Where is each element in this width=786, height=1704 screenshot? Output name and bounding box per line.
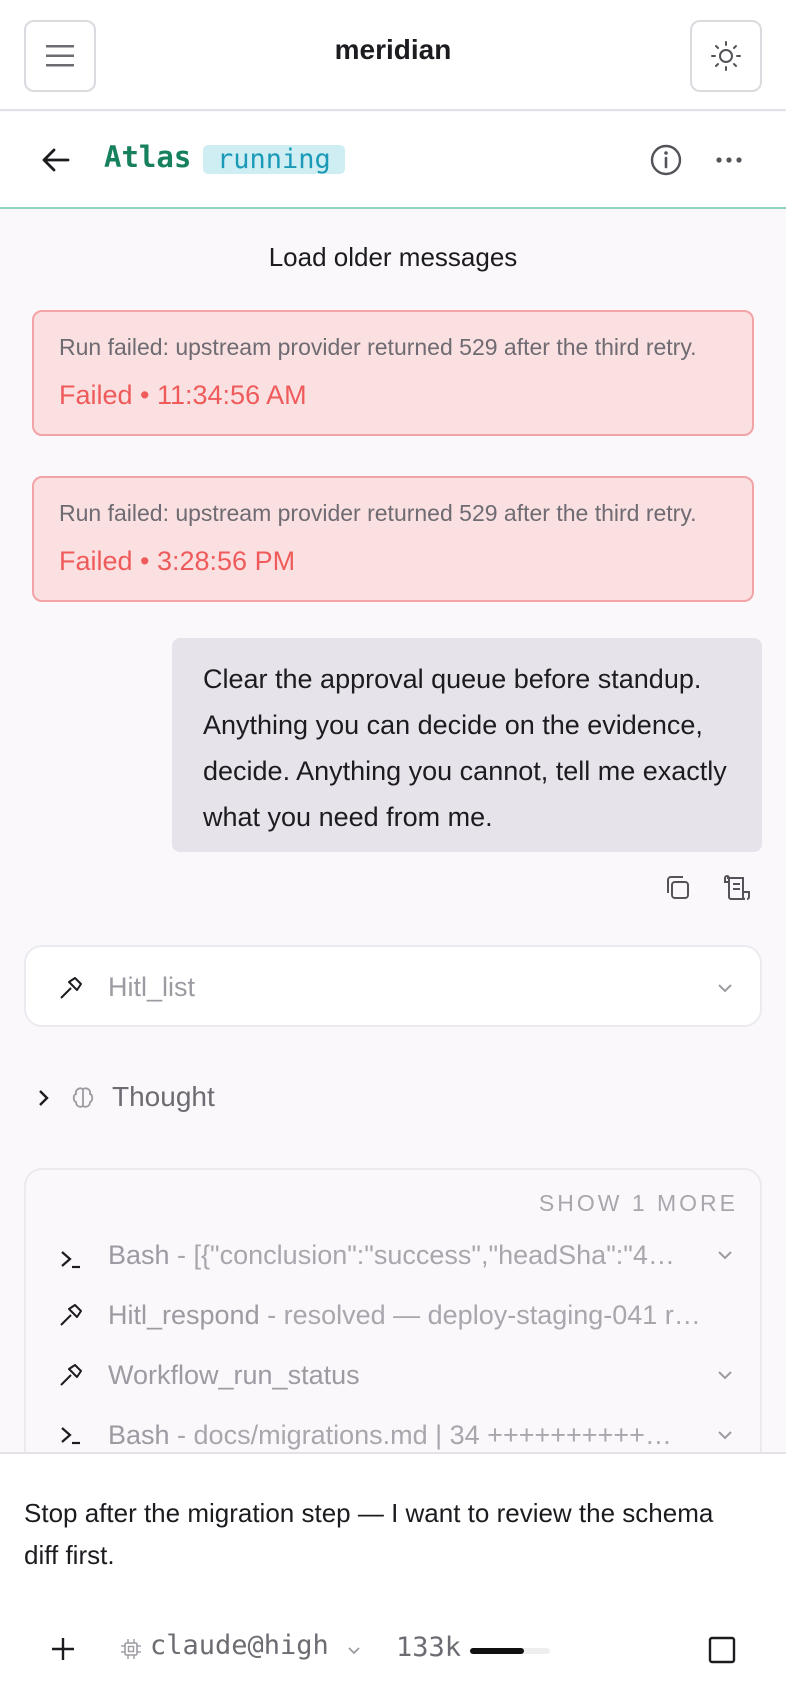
sun-icon (711, 41, 741, 71)
error-message-text: Run failed: upstream provider returned 5… (59, 500, 697, 526)
tool-call-row[interactable]: Hitl_respond - resolved — deploy-staging… (108, 1300, 748, 1331)
error-message-text: Run failed: upstream provider returned 5… (59, 334, 697, 360)
model-selector[interactable]: claude@high (150, 1630, 329, 1661)
tool-call-row[interactable]: Bash - [{"conclusion":"success","headSha… (108, 1240, 708, 1271)
tool-name: Bash (108, 1240, 170, 1270)
copy-icon[interactable] (663, 873, 693, 903)
error-status-time: Failed • 11:34:56 AM (59, 380, 307, 410)
token-count: 133k (396, 1632, 462, 1663)
cpu-chip-icon (121, 1639, 141, 1659)
thought-label: Thought (112, 1081, 215, 1112)
info-icon[interactable] (648, 142, 684, 178)
tool-name: Bash (108, 1420, 170, 1450)
terminal-icon (61, 1427, 80, 1445)
tool-call-card[interactable]: Hitl_list (24, 945, 762, 1027)
stop-icon[interactable] (708, 1636, 736, 1664)
tool-call-row[interactable]: Bash - docs/migrations.md | 34 +++++++++… (108, 1420, 708, 1451)
tool-call-row[interactable]: Workflow_run_status (108, 1360, 708, 1391)
chevron-down-icon[interactable] (716, 1246, 734, 1264)
transcript-icon[interactable] (722, 873, 752, 903)
chevron-right-icon (39, 1090, 49, 1106)
app-bar: meridian (0, 0, 786, 111)
hammer-icon (60, 977, 82, 999)
load-older-messages-button[interactable]: Load older messages (0, 242, 786, 273)
chevron-down-icon[interactable] (716, 1366, 734, 1384)
terminal-icon (61, 1251, 80, 1269)
agent-name: Atlas (104, 140, 192, 174)
brain-icon (72, 1087, 94, 1108)
token-usage-bar (470, 1648, 550, 1654)
show-more-button[interactable]: SHOW 1 MORE (539, 1190, 738, 1217)
theme-toggle-button[interactable] (690, 20, 762, 92)
user-message-bubble: Clear the approval queue before standup.… (172, 638, 762, 852)
hammer-icon (60, 1304, 82, 1326)
hammer-icon (60, 1364, 82, 1386)
composer-toolbar: claude@high 133k (0, 1614, 786, 1684)
tool-detail: - resolved — deploy-staging-041 r… (259, 1300, 701, 1330)
error-message-card: Run failed: upstream provider returned 5… (32, 310, 754, 436)
tool-name: Hitl_respond (108, 1300, 260, 1330)
app-title: meridian (334, 34, 452, 65)
error-status-time: Failed • 3:28:56 PM (59, 546, 296, 576)
back-arrow-icon[interactable] (38, 142, 74, 178)
tool-group-card: SHOW 1 MORE Bash - [{"conclusion":"succe… (24, 1168, 762, 1468)
plus-icon[interactable] (50, 1636, 76, 1662)
thought-toggle[interactable]: Thought (30, 1073, 430, 1123)
tool-name: Workflow_run_status (108, 1360, 360, 1390)
error-message-card: Run failed: upstream provider returned 5… (32, 476, 754, 602)
tool-detail: - [{"conclusion":"success","headSha":"4… (169, 1240, 675, 1270)
status-badge: running (203, 145, 345, 174)
chevron-down-icon[interactable] (716, 979, 734, 997)
composer: Stop after the migration step — I want t… (0, 1452, 786, 1704)
tool-name: Hitl_list (108, 972, 196, 1002)
more-options-icon[interactable] (714, 142, 744, 178)
message-input[interactable]: Stop after the migration step — I want t… (24, 1492, 744, 1576)
chevron-down-icon[interactable] (716, 1426, 734, 1444)
tool-detail: - docs/migrations.md | 34 ++++++++++… (169, 1420, 672, 1450)
chevron-down-icon[interactable] (346, 1644, 362, 1658)
token-usage-fill (470, 1648, 524, 1654)
